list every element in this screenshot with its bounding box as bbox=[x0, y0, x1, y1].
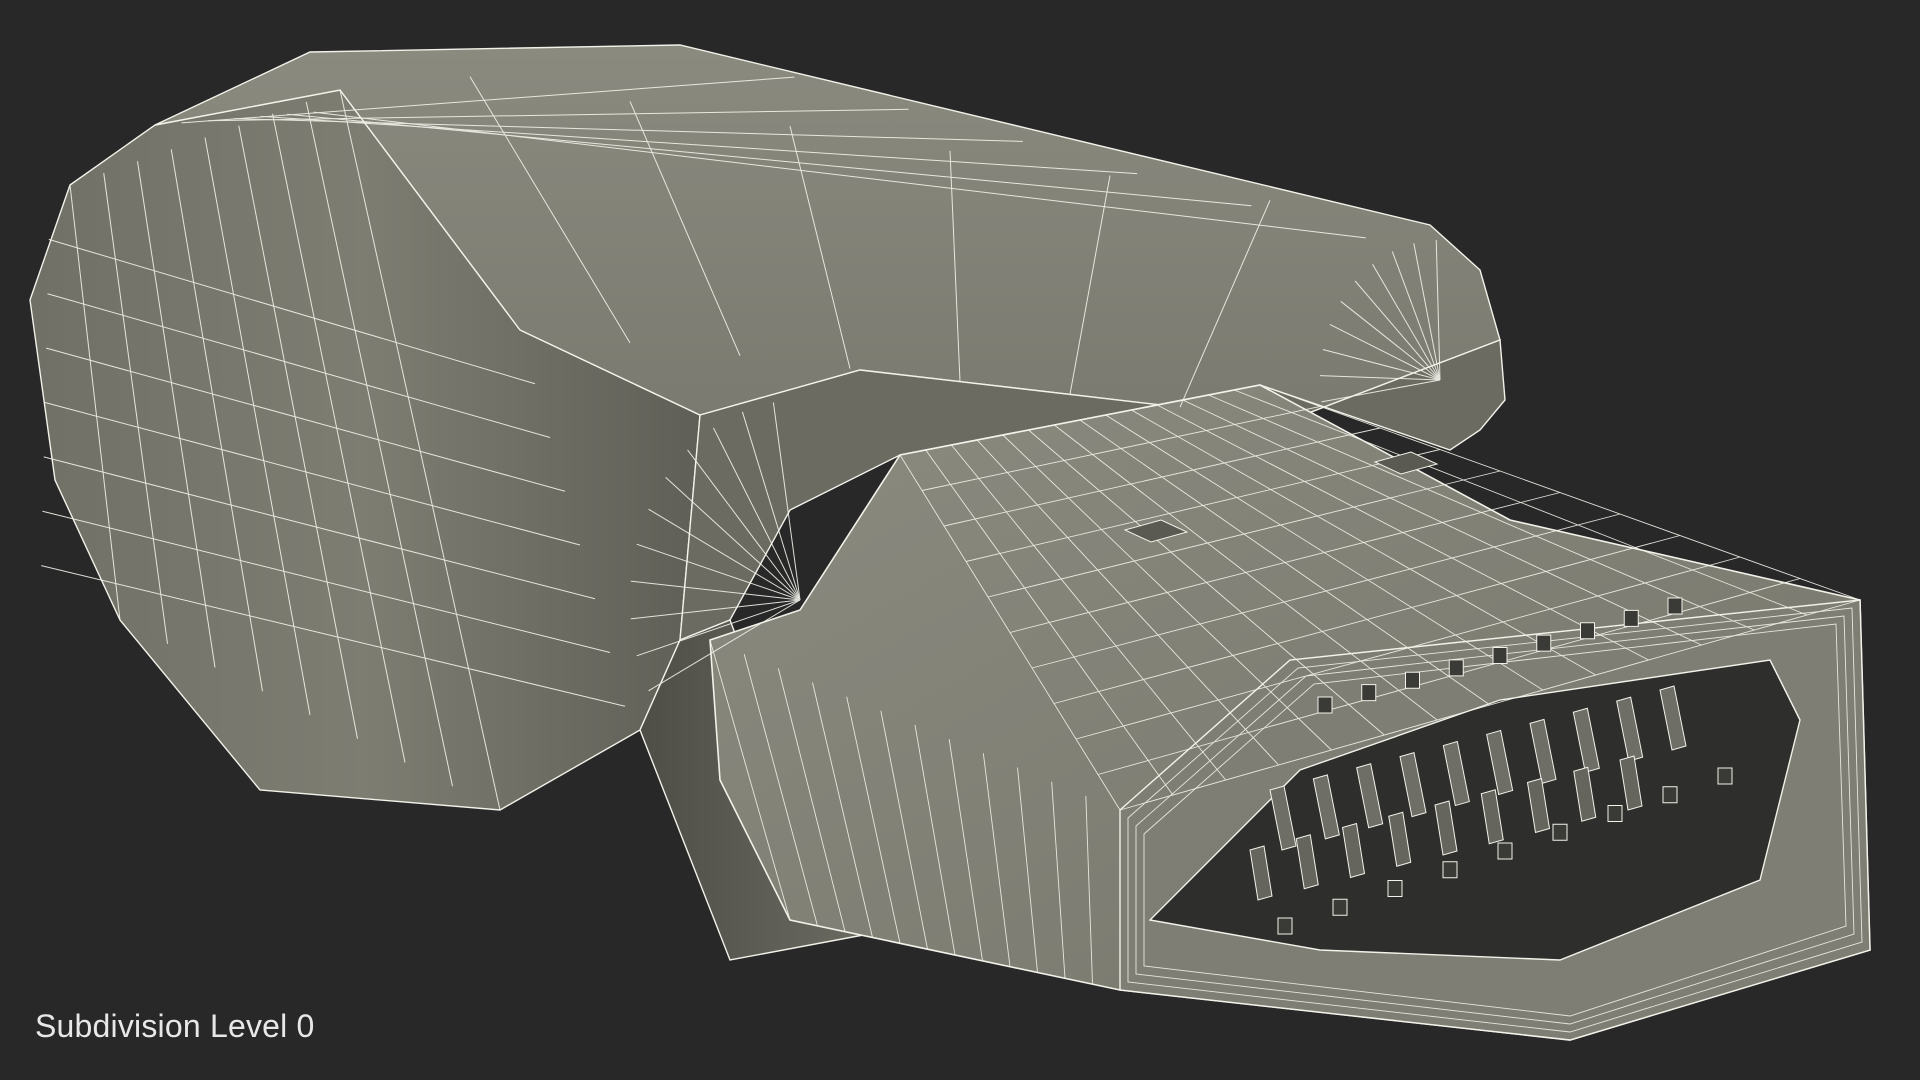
viewport[interactable]: Subdivision Level 0 bbox=[0, 0, 1920, 1080]
contact-slot bbox=[1387, 880, 1403, 897]
contact-slot bbox=[1607, 805, 1623, 822]
contact-slot bbox=[1448, 659, 1464, 677]
contact-slot bbox=[1332, 898, 1348, 916]
contact-slot bbox=[1442, 861, 1458, 879]
wireframe-model[interactable] bbox=[0, 0, 1920, 1080]
contact-slot bbox=[1623, 609, 1639, 627]
contact-slot bbox=[1405, 671, 1420, 689]
contact-slot bbox=[1662, 786, 1678, 804]
contact-slot bbox=[1552, 823, 1568, 841]
contact-slot bbox=[1492, 647, 1508, 664]
contact-slot bbox=[1667, 597, 1683, 615]
contact-slot bbox=[1497, 842, 1513, 860]
contact-slot bbox=[1277, 917, 1293, 935]
plug-body bbox=[709, 384, 1871, 1041]
contact-slot bbox=[1536, 634, 1552, 652]
contact-slot bbox=[1580, 622, 1595, 640]
contact-slot bbox=[1717, 767, 1733, 785]
contact-slot bbox=[1317, 696, 1333, 714]
contact-slot bbox=[1361, 684, 1377, 702]
subdivision-level-label: Subdivision Level 0 bbox=[35, 1008, 315, 1044]
